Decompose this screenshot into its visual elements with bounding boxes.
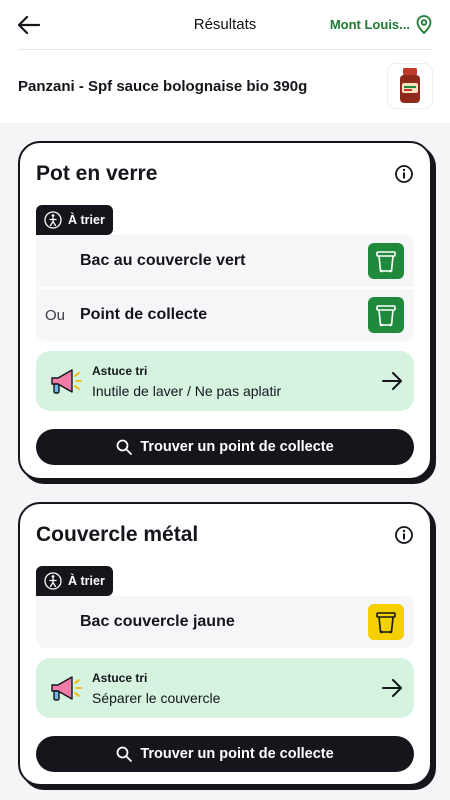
sorting-tip[interactable]: Astuce tri Inutile de laver / Ne pas apl… <box>36 351 414 411</box>
product-image <box>388 64 432 108</box>
sort-status-label: À trier <box>68 574 105 588</box>
recycle-person-icon <box>44 572 62 590</box>
button-label: Trouver un point de collecte <box>140 746 334 762</box>
product-name: Panzani - Spf sauce bolognaise bio 390g <box>18 77 308 95</box>
tip-text: Inutile de laver / Ne pas aplatir <box>92 382 282 399</box>
sorting-card-metal-lid: Couvercle métal À trier Bac couvercle ja… <box>18 502 436 790</box>
arrow-left-icon <box>18 15 40 34</box>
product-row: Panzani - Spf sauce bolognaise bio 390g <box>18 50 432 122</box>
bin-label: Bac au couvercle vert <box>80 252 246 269</box>
bin-label: Point de collecte <box>80 306 208 323</box>
green-bin-icon <box>368 243 404 279</box>
back-button[interactable] <box>18 10 48 40</box>
location-label: Mont Louis... <box>329 17 410 32</box>
sort-status-badge: À trier <box>36 566 113 596</box>
arrow-right-icon <box>382 372 402 390</box>
recycle-person-icon <box>44 211 62 229</box>
sauce-jar-icon <box>400 68 420 103</box>
search-icon <box>116 746 133 762</box>
tip-text: Séparer le couvercle <box>92 689 221 706</box>
bin-label: Bac couvercle jaune <box>80 613 235 630</box>
button-label: Trouver un point de collecte <box>140 439 334 455</box>
card-title: Pot en verre <box>36 162 158 185</box>
tip-title: Astuce tri <box>92 670 148 685</box>
bin-option[interactable]: Ou Point de collecte <box>36 289 414 341</box>
sort-status-badge: À trier <box>36 205 113 235</box>
sorting-card-glass-jar: Pot en verre À trier Bac au couvercle ve… <box>18 141 436 484</box>
sorting-tip[interactable]: Astuce tri Séparer le couvercle <box>36 658 414 718</box>
info-icon[interactable] <box>394 525 414 545</box>
or-label: Ou <box>45 306 66 324</box>
info-icon[interactable] <box>394 164 414 184</box>
megaphone-icon <box>51 676 82 701</box>
yellow-bin-icon <box>368 604 404 640</box>
green-bin-icon <box>368 297 404 333</box>
location-selector[interactable]: Mont Louis... <box>330 15 432 34</box>
arrow-right-icon <box>382 679 402 697</box>
sort-status-label: À trier <box>68 213 105 227</box>
app-header: Résultats Mont Louis... <box>18 0 432 50</box>
find-collection-point-button[interactable]: Trouver un point de collecte <box>36 429 414 465</box>
card-title: Couvercle métal <box>36 523 199 546</box>
map-pin-icon <box>416 15 432 34</box>
tip-title: Astuce tri <box>92 363 148 378</box>
bin-option[interactable]: Bac couvercle jaune <box>36 596 414 648</box>
bin-option[interactable]: Bac au couvercle vert <box>36 235 414 287</box>
search-icon <box>116 439 133 455</box>
megaphone-icon <box>51 369 82 394</box>
top-section: Résultats Mont Louis... Panzani - Spf sa… <box>0 0 450 123</box>
find-collection-point-button[interactable]: Trouver un point de collecte <box>36 736 414 772</box>
